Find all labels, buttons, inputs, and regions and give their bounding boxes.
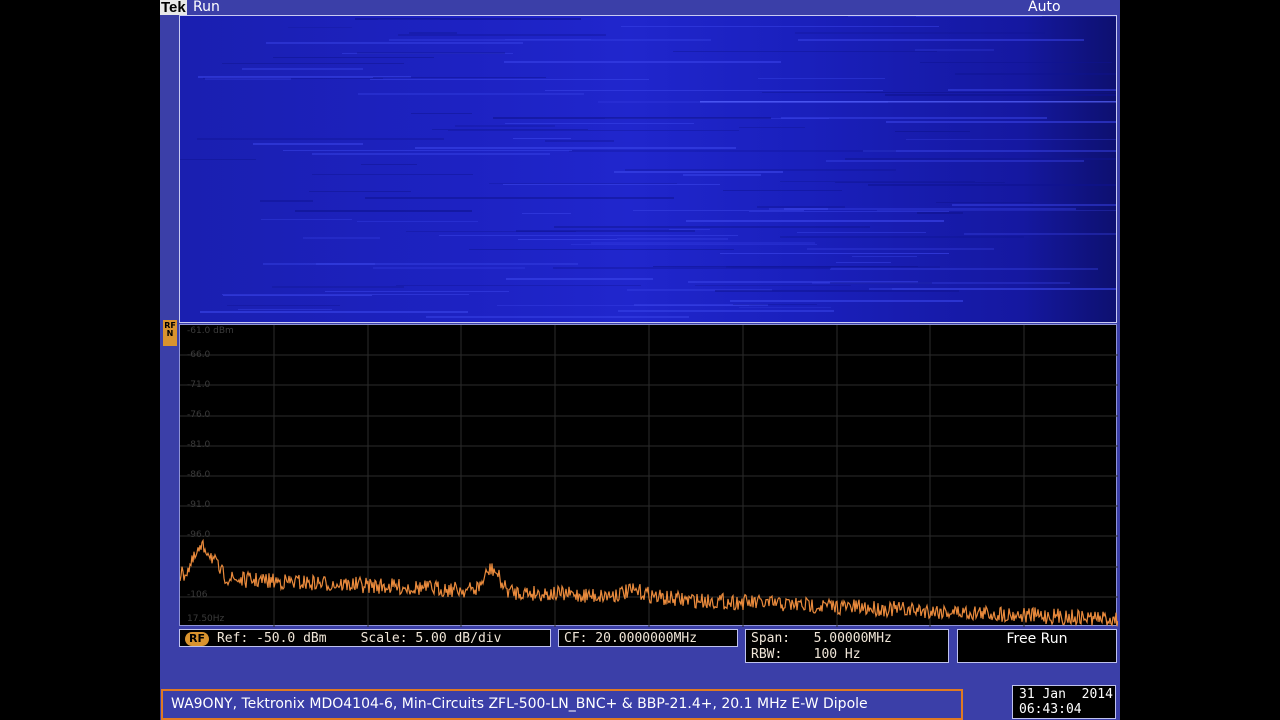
center-frequency-readout[interactable]: CF: 20.0000000MHz bbox=[558, 629, 738, 647]
time-value: 06:43:04 bbox=[1019, 702, 1082, 717]
trigger-mode: Auto bbox=[1028, 0, 1061, 15]
y-axis-label: -76.0 bbox=[187, 410, 211, 420]
y-axis-label: -61.0 dBm bbox=[187, 326, 234, 336]
date-time-display: 31 Jan 2014 06:43:04 bbox=[1012, 685, 1116, 719]
y-axis-label: -96.0 bbox=[187, 530, 211, 540]
y-axis-label: -66.0 bbox=[187, 350, 211, 360]
center-frequency: CF: 20.0000000MHz bbox=[564, 631, 698, 646]
trigger-readout[interactable]: Free Run bbox=[957, 629, 1117, 663]
screen-annotation-note: WA9ONY, Tektronix MDO4104-6, Min-Circuit… bbox=[161, 689, 963, 720]
scale-value: Scale: 5.00 dB/div bbox=[360, 631, 502, 646]
y-axis-label: -81.0 bbox=[187, 440, 211, 450]
y-axis-label: 17.50Hz bbox=[187, 614, 225, 624]
y-axis-label: -106 bbox=[187, 590, 208, 600]
spectrogram-display bbox=[179, 15, 1117, 323]
date-value: 31 Jan 2014 bbox=[1019, 687, 1113, 702]
ref-level: Ref: -50.0 dBm bbox=[216, 631, 327, 646]
y-axis-label: -91.0 bbox=[187, 500, 211, 510]
rf-badge: RF bbox=[185, 632, 209, 646]
rbw-value: RBW: 100 Hz bbox=[751, 647, 861, 662]
ref-scale-readout[interactable]: RF Ref: -50.0 dBm Scale: 5.00 dB/div bbox=[179, 629, 551, 647]
span-value: Span: 5.00000MHz bbox=[751, 631, 892, 646]
brand-logo: Tek bbox=[160, 0, 187, 16]
rf-channel-marker[interactable]: RF N bbox=[163, 320, 177, 346]
trigger-mode-label: Free Run bbox=[1006, 631, 1068, 647]
spectrum-graticule bbox=[179, 324, 1118, 627]
acquisition-state: Run bbox=[193, 0, 220, 15]
y-axis-label: -71.0 bbox=[187, 380, 211, 390]
span-rbw-readout[interactable]: Span: 5.00000MHz RBW: 100 Hz bbox=[745, 629, 949, 663]
y-axis-label: -86.0 bbox=[187, 470, 211, 480]
